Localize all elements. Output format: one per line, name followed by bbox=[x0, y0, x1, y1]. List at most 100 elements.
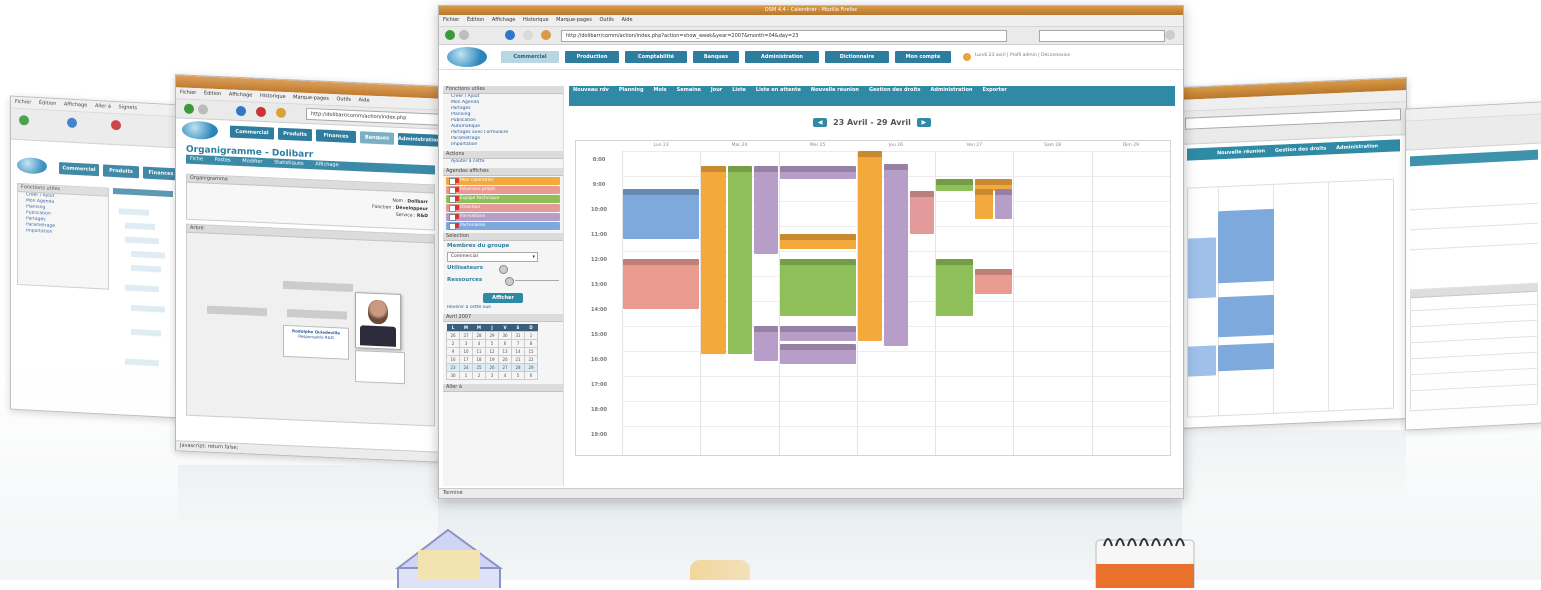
mini-cal-day[interactable]: 19 bbox=[485, 355, 499, 364]
menu-item-marque-pages[interactable]: Marque-pages bbox=[556, 17, 592, 23]
calendar-event[interactable] bbox=[1218, 208, 1274, 284]
menu-item[interactable]: Affichage bbox=[229, 92, 253, 99]
menu-item[interactable]: Aide bbox=[358, 97, 369, 103]
home-icon[interactable] bbox=[276, 107, 286, 119]
calendar-event[interactable] bbox=[779, 166, 856, 179]
mini-cal-day[interactable]: 26 bbox=[485, 363, 499, 372]
calendar-event[interactable] bbox=[727, 166, 752, 354]
mini-cal-day[interactable]: 18 bbox=[472, 355, 486, 364]
calendar-event[interactable] bbox=[884, 163, 909, 346]
view-tab[interactable]: Administration bbox=[1336, 143, 1378, 151]
calendar-event[interactable] bbox=[779, 343, 856, 364]
tab-administration[interactable]: Administration bbox=[398, 132, 438, 147]
menu-item-fichier[interactable]: Fichier bbox=[443, 17, 459, 23]
tab-dictionnaire[interactable]: Dictionnaire bbox=[825, 51, 889, 63]
mini-cal-day[interactable]: 3 bbox=[485, 371, 499, 380]
agenda-item[interactable]: Mon calendrier bbox=[446, 177, 560, 185]
stop-icon[interactable] bbox=[256, 106, 266, 118]
mini-cal-day[interactable]: 29 bbox=[485, 331, 499, 340]
mini-cal-day[interactable]: 28 bbox=[511, 363, 525, 372]
mini-cal-day[interactable]: 28 bbox=[472, 331, 486, 340]
mini-cal-day[interactable]: 5 bbox=[511, 371, 525, 380]
tab-production[interactable]: Production bbox=[565, 51, 619, 63]
forward-icon[interactable] bbox=[198, 104, 208, 115]
person-detail-card[interactable] bbox=[355, 350, 405, 385]
tab-mon-compte[interactable]: Mon compte bbox=[895, 51, 951, 63]
view-tab[interactable]: Mois bbox=[654, 87, 667, 93]
view-tab[interactable]: Exporter bbox=[982, 87, 1006, 93]
slider-knob-icon[interactable] bbox=[505, 277, 514, 286]
view-tab[interactable]: Administration bbox=[931, 87, 973, 93]
sub-tab[interactable]: Modifier bbox=[242, 158, 262, 165]
view-tab[interactable]: Planning bbox=[619, 87, 644, 93]
person-card[interactable]: Rodolphe Quiedeville Responsable R&D bbox=[283, 324, 349, 360]
user-info[interactable]: Lundi 23 avril | Profil admin | Déconnex… bbox=[975, 53, 1070, 58]
mini-cal-day[interactable]: 30 bbox=[498, 331, 512, 340]
mini-cal-day[interactable]: 22 bbox=[524, 355, 538, 364]
calendar-event[interactable] bbox=[779, 258, 856, 316]
mini-cal-day[interactable]: 16 bbox=[446, 355, 460, 364]
mini-cal-day[interactable]: 8 bbox=[524, 339, 538, 348]
sub-tab[interactable]: Fiche bbox=[190, 156, 203, 163]
mini-cal-day[interactable]: 1 bbox=[524, 331, 538, 340]
tab-finances[interactable]: Finances bbox=[316, 129, 356, 144]
search-input[interactable] bbox=[1039, 30, 1165, 42]
mini-cal-day[interactable]: 7 bbox=[511, 339, 525, 348]
menu-item[interactable]: Outils bbox=[336, 96, 350, 103]
mini-cal-day[interactable]: 21 bbox=[511, 355, 525, 364]
calendar-event[interactable] bbox=[1218, 294, 1274, 338]
reload-icon[interactable] bbox=[236, 105, 246, 117]
tab-administration[interactable]: Administration bbox=[745, 51, 819, 63]
menu-item[interactable]: Fichier bbox=[180, 89, 196, 96]
view-tab[interactable]: Nouvelle réunion bbox=[811, 87, 859, 93]
menu-item[interactable]: Édition bbox=[39, 100, 56, 107]
menu-item[interactable]: Édition bbox=[204, 90, 221, 97]
menu-item[interactable]: Signets bbox=[119, 104, 138, 111]
mini-cal-day[interactable]: 6 bbox=[498, 339, 512, 348]
back-icon[interactable] bbox=[445, 30, 455, 40]
calendar-event[interactable] bbox=[936, 178, 974, 191]
tree-node-technique[interactable] bbox=[287, 309, 347, 320]
stop-icon[interactable] bbox=[111, 119, 121, 131]
add-action-link[interactable]: Ajouter à cette bbox=[443, 159, 563, 165]
mini-cal-day[interactable]: 5 bbox=[485, 339, 499, 348]
tab-commercial[interactable]: Commercial bbox=[230, 125, 274, 140]
calendar-event[interactable] bbox=[936, 258, 974, 316]
afficher-button[interactable]: Afficher bbox=[483, 293, 523, 303]
calendar-event[interactable] bbox=[975, 188, 993, 219]
mini-cal-day[interactable]: 15 bbox=[524, 347, 538, 356]
calendar-event[interactable] bbox=[753, 326, 778, 361]
view-tab[interactable]: Jour bbox=[711, 87, 722, 93]
back-icon[interactable] bbox=[19, 115, 29, 126]
calendar-event[interactable] bbox=[753, 166, 778, 254]
mini-cal-day[interactable]: 14 bbox=[511, 347, 525, 356]
calendar-event[interactable] bbox=[994, 188, 1013, 219]
resources-slider[interactable]: Ressources bbox=[443, 275, 563, 287]
mini-cal-day[interactable]: 6 bbox=[524, 371, 538, 380]
sub-tab[interactable]: Statistiques bbox=[274, 159, 304, 166]
home-icon[interactable] bbox=[541, 30, 551, 40]
menu-item-historique[interactable]: Historique bbox=[523, 17, 549, 23]
nav-item-import[interactable]: Importation bbox=[443, 142, 563, 148]
slider-knob-icon[interactable] bbox=[499, 265, 508, 274]
mini-cal-day[interactable]: 26 bbox=[446, 331, 460, 340]
calendar-event[interactable] bbox=[1218, 342, 1274, 372]
mini-cal-day[interactable]: 31 bbox=[511, 331, 525, 340]
calendar-event[interactable] bbox=[1188, 345, 1216, 377]
back-icon[interactable] bbox=[184, 103, 194, 115]
menu-item[interactable]: Marque-pages bbox=[293, 94, 329, 102]
sub-tab[interactable]: Affichage bbox=[315, 161, 339, 168]
view-tab[interactable]: Liste en attente bbox=[756, 87, 801, 93]
agenda-item[interactable]: Direction bbox=[446, 204, 560, 212]
tab-banques[interactable]: Banques bbox=[693, 51, 739, 63]
mini-cal-day[interactable]: 24 bbox=[459, 363, 473, 372]
next-week-button[interactable]: ▶ bbox=[916, 118, 931, 127]
menu-item-edition[interactable]: Édition bbox=[467, 17, 484, 23]
tab-comptabilite[interactable]: Comptabilité bbox=[625, 51, 687, 63]
url-bar[interactable]: http://dolibarr/comm/action/index.php?ac… bbox=[561, 30, 1007, 42]
mini-cal-day[interactable]: 12 bbox=[485, 347, 499, 356]
reload-icon[interactable] bbox=[505, 30, 515, 40]
tab-finances[interactable]: Finances bbox=[143, 166, 179, 181]
mini-cal-day[interactable]: 2 bbox=[472, 371, 486, 380]
mini-cal-day[interactable]: 4 bbox=[472, 339, 486, 348]
